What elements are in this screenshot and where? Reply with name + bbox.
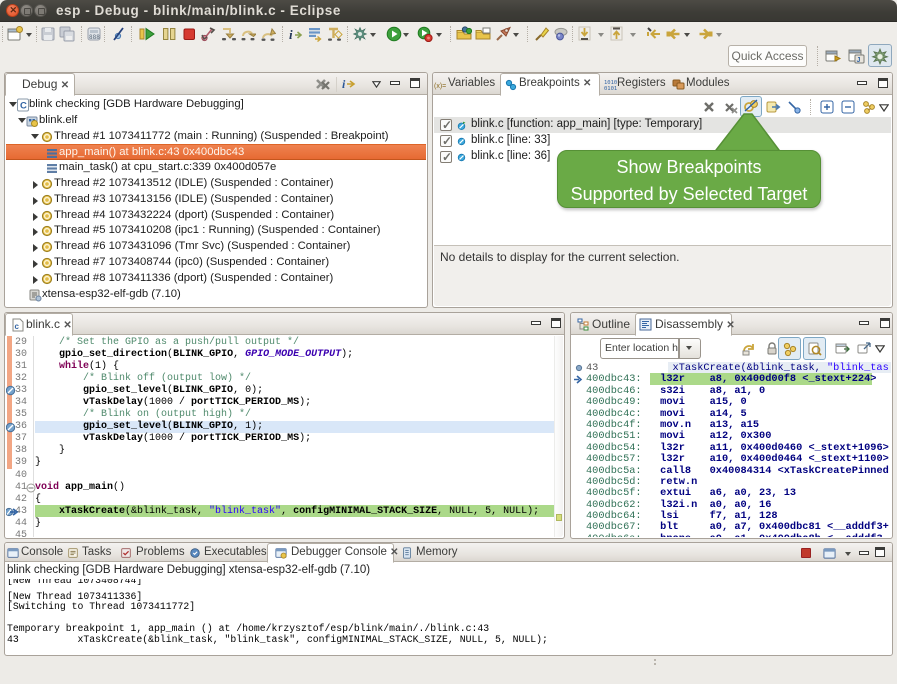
svg-text:i: i: [289, 27, 293, 42]
svg-text:888: 888: [89, 34, 100, 41]
svg-text:0101: 0101: [604, 86, 617, 91]
svg-text:(x)=: (x)=: [434, 83, 446, 90]
svg-text:c: c: [15, 322, 20, 331]
svg-text:i: i: [342, 77, 346, 91]
svg-text:C: C: [20, 101, 27, 112]
svg-text:J: J: [857, 57, 861, 64]
